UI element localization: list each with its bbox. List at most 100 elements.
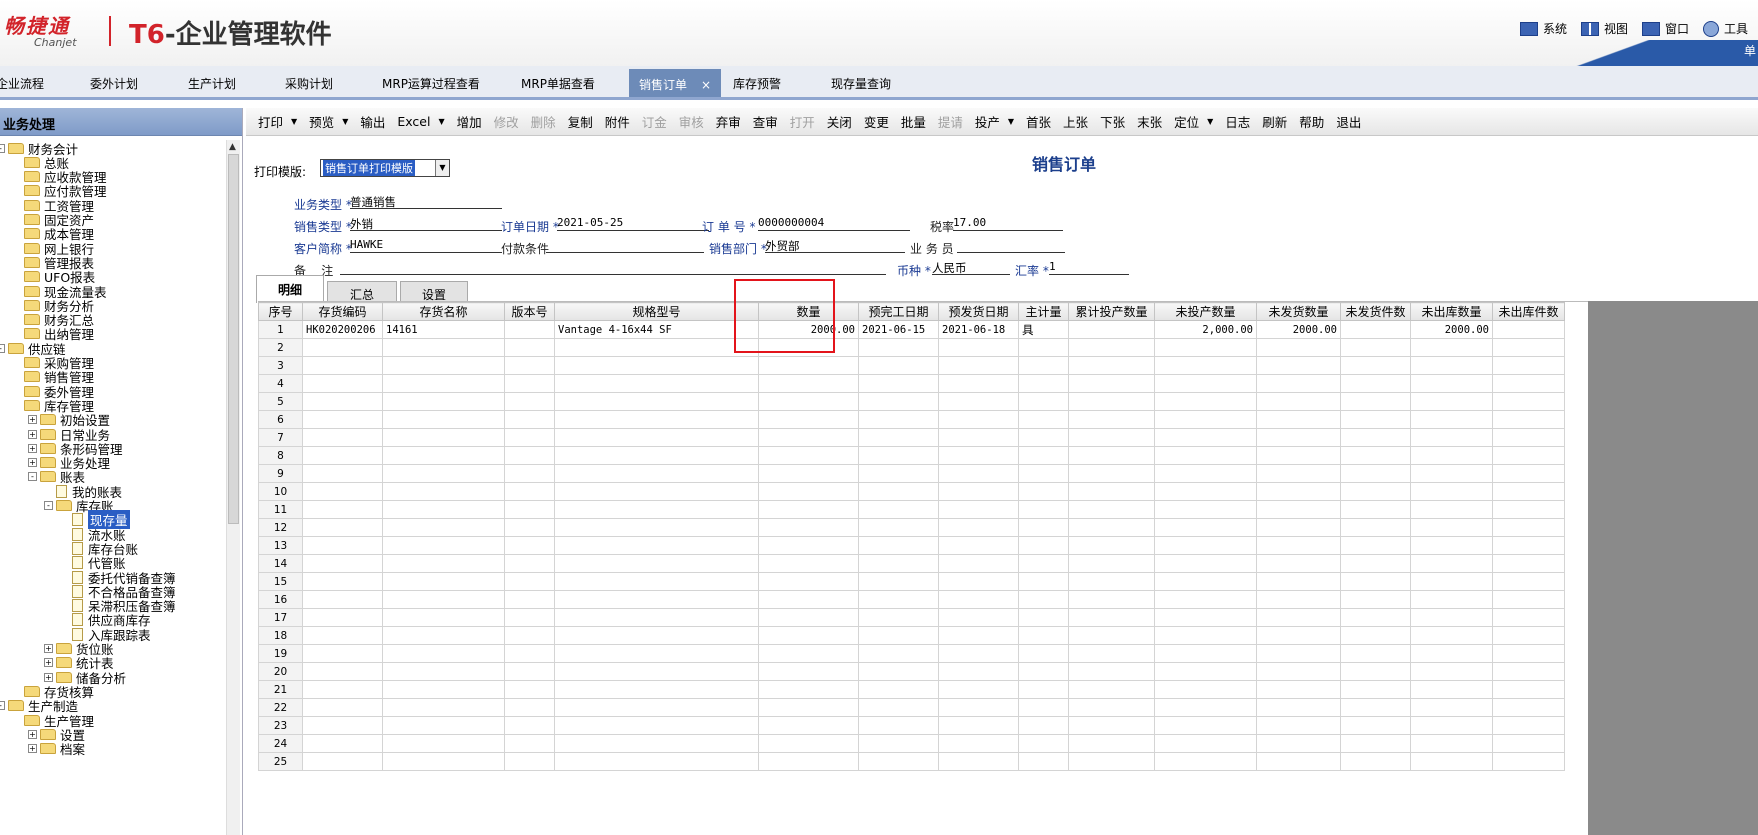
toolbar-button[interactable]: 关闭 [821, 112, 858, 131]
table-cell[interactable] [938, 446, 1019, 465]
toolbar-button[interactable]: 审核 [673, 112, 710, 131]
toolbar-button[interactable]: 下张 [1094, 112, 1131, 131]
table-cell[interactable] [938, 752, 1019, 771]
table-cell[interactable] [758, 590, 859, 609]
toolbar-button[interactable]: Excel ▼ [391, 114, 450, 129]
table-cell[interactable] [554, 500, 759, 519]
table-cell[interactable] [554, 464, 759, 483]
table-row[interactable]: 3 [258, 356, 1565, 375]
table-cell[interactable] [1492, 428, 1565, 447]
toolbar-button[interactable]: 弃审 [710, 112, 747, 131]
column-header[interactable]: 存货编码 [302, 302, 383, 321]
table-cell[interactable] [382, 698, 505, 717]
table-cell[interactable] [938, 464, 1019, 483]
table-cell[interactable] [1410, 356, 1493, 375]
table-cell[interactable] [1340, 500, 1411, 519]
table-cell[interactable] [1018, 752, 1069, 771]
table-cell[interactable] [1018, 680, 1069, 699]
table-cell[interactable] [1154, 752, 1257, 771]
chevron-down-icon[interactable]: ▼ [342, 117, 348, 126]
toolbar-button[interactable]: 打开 [784, 112, 821, 131]
table-cell[interactable]: 2021-06-15 [858, 320, 939, 339]
table-cell[interactable] [858, 644, 939, 663]
table-cell[interactable] [504, 716, 555, 735]
table-cell[interactable] [758, 626, 859, 645]
table-cell[interactable] [504, 500, 555, 519]
table-cell[interactable] [1018, 374, 1069, 393]
table-cell[interactable] [1018, 734, 1069, 753]
table-cell[interactable] [302, 572, 383, 591]
table-cell[interactable] [1154, 428, 1257, 447]
table-cell[interactable]: Vantage 4-16x44 SF [554, 320, 759, 339]
tax-rate-field[interactable]: 17.00 [953, 216, 1063, 231]
table-cell[interactable] [554, 572, 759, 591]
toolbar-button[interactable]: 退出 [1330, 112, 1367, 131]
table-cell[interactable] [1410, 716, 1493, 735]
table-cell[interactable] [1068, 518, 1155, 537]
table-cell[interactable] [938, 680, 1019, 699]
table-cell[interactable] [302, 392, 383, 411]
table-cell[interactable] [1256, 356, 1341, 375]
table-cell[interactable] [938, 356, 1019, 375]
table-cell[interactable] [554, 626, 759, 645]
column-header[interactable]: 未投产数量 [1154, 302, 1257, 321]
table-cell[interactable] [382, 590, 505, 609]
chevron-down-icon[interactable]: ▼ [1207, 117, 1213, 126]
table-cell[interactable] [1492, 518, 1565, 537]
table-cell[interactable] [1340, 356, 1411, 375]
table-cell[interactable] [504, 464, 555, 483]
table-cell[interactable] [1340, 374, 1411, 393]
table-cell[interactable]: 2021-06-18 [938, 320, 1019, 339]
table-cell[interactable] [302, 446, 383, 465]
table-cell[interactable] [1154, 680, 1257, 699]
column-header[interactable]: 预发货日期 [938, 302, 1019, 321]
order-no-field[interactable]: 0000000004 [758, 216, 910, 231]
sales-type-field[interactable]: 外销 [350, 216, 502, 231]
tab-stock-alert[interactable]: 库存预警 [733, 75, 781, 92]
table-cell[interactable] [858, 680, 939, 699]
expand-icon[interactable]: + [28, 729, 37, 739]
table-cell[interactable] [938, 392, 1019, 411]
toolbar-button[interactable]: 批量 [895, 112, 932, 131]
exchange-rate-field[interactable]: 1 [1049, 260, 1129, 275]
table-cell[interactable] [302, 464, 383, 483]
table-cell[interactable] [382, 752, 505, 771]
table-cell[interactable] [302, 482, 383, 501]
table-cell[interactable] [1018, 662, 1069, 681]
table-cell[interactable] [1154, 446, 1257, 465]
tree-scrollbar[interactable]: ▲ [226, 140, 240, 835]
table-cell[interactable] [504, 662, 555, 681]
table-cell[interactable] [1068, 320, 1155, 339]
table-cell[interactable] [1256, 428, 1341, 447]
table-cell[interactable] [1492, 320, 1565, 339]
table-cell[interactable] [1492, 464, 1565, 483]
toolbar-button[interactable]: 修改 [488, 112, 525, 131]
tab-purchase-plan[interactable]: 采购计划 [285, 75, 333, 92]
toolbar-button[interactable]: 输出 [354, 112, 391, 131]
table-cell[interactable] [858, 338, 939, 357]
table-cell[interactable] [504, 518, 555, 537]
toolbar-button[interactable]: 首张 [1020, 112, 1057, 131]
expand-icon[interactable]: + [44, 644, 53, 653]
table-cell[interactable] [1492, 608, 1565, 627]
table-cell[interactable] [1068, 752, 1155, 771]
table-cell[interactable] [1492, 482, 1565, 501]
table-cell[interactable] [1018, 446, 1069, 465]
table-cell[interactable] [938, 338, 1019, 357]
scroll-thumb[interactable] [228, 154, 239, 524]
table-cell[interactable] [1410, 734, 1493, 753]
table-cell[interactable] [1154, 482, 1257, 501]
table-cell[interactable] [1256, 608, 1341, 627]
table-cell[interactable] [382, 536, 505, 555]
table-cell[interactable] [554, 608, 759, 627]
table-cell[interactable] [1410, 374, 1493, 393]
table-cell[interactable] [1154, 338, 1257, 357]
expand-icon[interactable]: + [28, 415, 37, 425]
table-cell[interactable] [858, 482, 939, 501]
table-cell[interactable] [1410, 554, 1493, 573]
tree-node[interactable]: + 档案 [28, 741, 85, 757]
table-cell[interactable] [758, 716, 859, 735]
table-cell[interactable] [504, 734, 555, 753]
table-cell[interactable] [1340, 716, 1411, 735]
table-cell[interactable] [1018, 428, 1069, 447]
